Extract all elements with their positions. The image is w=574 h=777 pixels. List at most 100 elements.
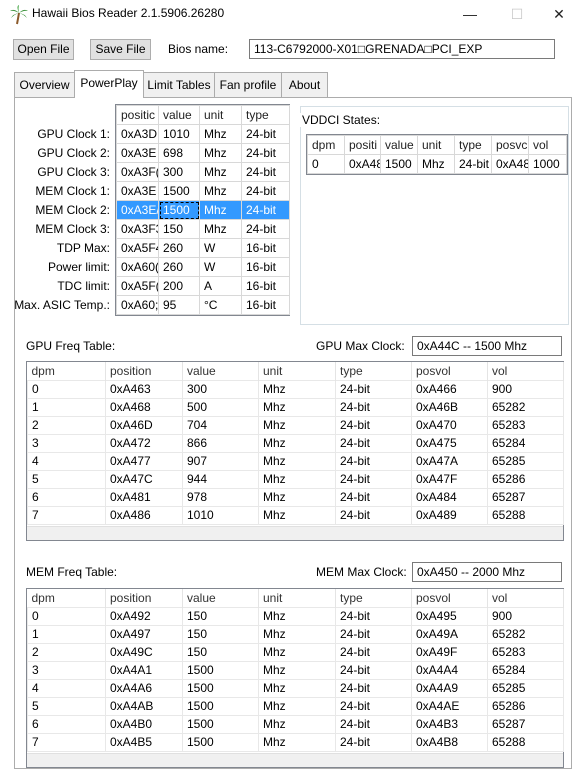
table-cell[interactable]: 24-bit [335, 505, 412, 525]
table-row[interactable]: 0xA3F(300 Mhz 24-bit [116, 162, 290, 182]
table-cell[interactable]: Mhz [258, 487, 336, 507]
table-cell[interactable]: 6 [27, 714, 106, 734]
column-header[interactable]: value [158, 105, 200, 125]
table-cell[interactable]: Mhz [199, 219, 242, 239]
table-cell[interactable]: Mhz [199, 124, 242, 144]
table-cell[interactable]: 260 [158, 257, 200, 277]
table-cell[interactable]: 0 [27, 379, 106, 399]
close-button[interactable]: ✕ [545, 4, 573, 24]
table-cell[interactable]: Mhz [258, 678, 336, 698]
gpu-freq-scrollbar[interactable] [27, 526, 563, 540]
column-header[interactable]: unit [417, 135, 455, 155]
gpu-freq-grid[interactable]: dpm position value unit type posvol vol 0 0xA46… [26, 361, 564, 541]
table-cell[interactable]: 1500 [380, 154, 418, 174]
table-cell[interactable]: 0xA5F( [116, 276, 159, 296]
mem-freq-scrollbar[interactable] [27, 753, 563, 767]
table-cell[interactable]: 95 [158, 295, 200, 315]
column-header[interactable]: posvc [491, 135, 529, 155]
table-cell[interactable]: W [199, 257, 242, 277]
table-cell[interactable]: 65283 [487, 642, 564, 662]
table-cell[interactable]: Mhz [258, 714, 336, 734]
table-cell[interactable]: 24-bit [335, 433, 412, 453]
table-cell[interactable]: Mhz [258, 469, 336, 489]
table-cell[interactable]: 0xA4AE [411, 696, 488, 716]
table-cell[interactable]: 24-bit [335, 415, 412, 435]
table-cell[interactable]: 16-bit [241, 257, 290, 277]
table-cell[interactable]: 150 [158, 219, 200, 239]
table-cell[interactable]: 0xA3F3 [116, 219, 159, 239]
table-cell[interactable]: 24-bit [241, 200, 290, 220]
mem-max-clock-field[interactable]: 0xA450 -- 2000 Mhz [412, 562, 562, 582]
table-cell[interactable]: 5 [27, 696, 106, 716]
table-cell[interactable]: 65284 [487, 433, 564, 453]
column-header[interactable]: position [105, 589, 183, 607]
table-cell[interactable]: Mhz [258, 606, 336, 626]
table-cell[interactable]: 24-bit [335, 379, 412, 399]
table-cell[interactable]: 0xA4A9 [411, 678, 488, 698]
column-header[interactable]: positi [344, 135, 381, 155]
table-cell[interactable]: 65288 [487, 505, 564, 525]
column-header[interactable]: type [241, 105, 290, 125]
table-row[interactable]: 0xA5F(200 A 16-bit [116, 276, 290, 296]
column-header[interactable]: vol [528, 135, 567, 155]
table-cell[interactable]: 0xA46B [411, 397, 488, 417]
table-cell[interactable]: 24-bit [241, 124, 290, 144]
column-header[interactable]: unit [199, 105, 242, 125]
table-cell[interactable]: 0 [27, 606, 106, 626]
table-cell[interactable]: 2 [27, 642, 106, 662]
table-cell[interactable]: 0xA4B0 [105, 714, 183, 734]
table-cell[interactable]: 704 [182, 415, 259, 435]
table-cell[interactable]: 0xA4B3 [411, 714, 488, 734]
table-cell[interactable]: 16-bit [241, 276, 290, 296]
table-cell[interactable]: 24-bit [335, 606, 412, 626]
table-cell[interactable]: 150 [182, 642, 259, 662]
table-cell[interactable]: 0xA5F4 [116, 238, 159, 258]
table-cell[interactable]: 1500 [158, 181, 200, 201]
table-cell[interactable]: 0xA49C [105, 642, 183, 662]
table-cell[interactable]: 1000 [528, 154, 567, 174]
table-cell[interactable]: 65283 [487, 415, 564, 435]
table-cell[interactable]: °C [199, 295, 242, 315]
table-cell[interactable]: 4 [27, 678, 106, 698]
table-cell[interactable]: 0xA484 [411, 487, 488, 507]
table-row[interactable]: 0xA3E 698 Mhz 24-bit [116, 143, 290, 163]
table-row[interactable]: 0xA3F3 150 Mhz 24-bit [116, 219, 290, 239]
table-cell[interactable]: 1500 [182, 696, 259, 716]
table-cell[interactable]: 0xA466 [411, 379, 488, 399]
table-cell[interactable]: 900 [487, 379, 564, 399]
table-cell[interactable]: 3 [27, 660, 106, 680]
table-cell[interactable]: 0xA47A [411, 451, 488, 471]
table-cell[interactable]: 24-bit [335, 642, 412, 662]
table-cell[interactable]: 65286 [487, 696, 564, 716]
table-cell[interactable]: 6 [27, 487, 106, 507]
table-cell[interactable]: 0xA48 [344, 154, 381, 174]
table-cell[interactable]: 0xA47C [105, 469, 183, 489]
table-cell[interactable]: 65287 [487, 487, 564, 507]
table-cell[interactable]: 65282 [487, 624, 564, 644]
table-cell[interactable]: 978 [182, 487, 259, 507]
table-cell[interactable]: 7 [27, 732, 106, 752]
table-cell[interactable]: 0xA4B8 [411, 732, 488, 752]
table-cell[interactable]: 0xA3F( [116, 162, 159, 182]
table-cell[interactable]: Mhz [417, 154, 455, 174]
table-cell[interactable]: 0xA477 [105, 451, 183, 471]
table-cell[interactable]: Mhz [258, 415, 336, 435]
column-header[interactable]: positic [116, 105, 159, 125]
table-cell[interactable]: Mhz [258, 379, 336, 399]
column-header[interactable]: dpm [307, 135, 345, 155]
table-cell[interactable]: Mhz [258, 505, 336, 525]
table-cell[interactable]: 3 [27, 433, 106, 453]
table-cell[interactable]: 0xA3D [116, 124, 159, 144]
table-cell[interactable]: 24-bit [335, 469, 412, 489]
table-cell[interactable]: W [199, 238, 242, 258]
table-cell[interactable]: 150 [182, 606, 259, 626]
table-cell[interactable]: 65286 [487, 469, 564, 489]
table-cell[interactable]: 24-bit [241, 181, 290, 201]
table-cell[interactable]: Mhz [258, 696, 336, 716]
table-cell[interactable]: 260 [158, 238, 200, 258]
column-header[interactable]: type [335, 589, 412, 607]
table-cell[interactable]: 24-bit [335, 487, 412, 507]
table-cell[interactable]: 24-bit [335, 660, 412, 680]
table-cell[interactable]: 2 [27, 415, 106, 435]
column-header[interactable]: vol [487, 589, 564, 607]
